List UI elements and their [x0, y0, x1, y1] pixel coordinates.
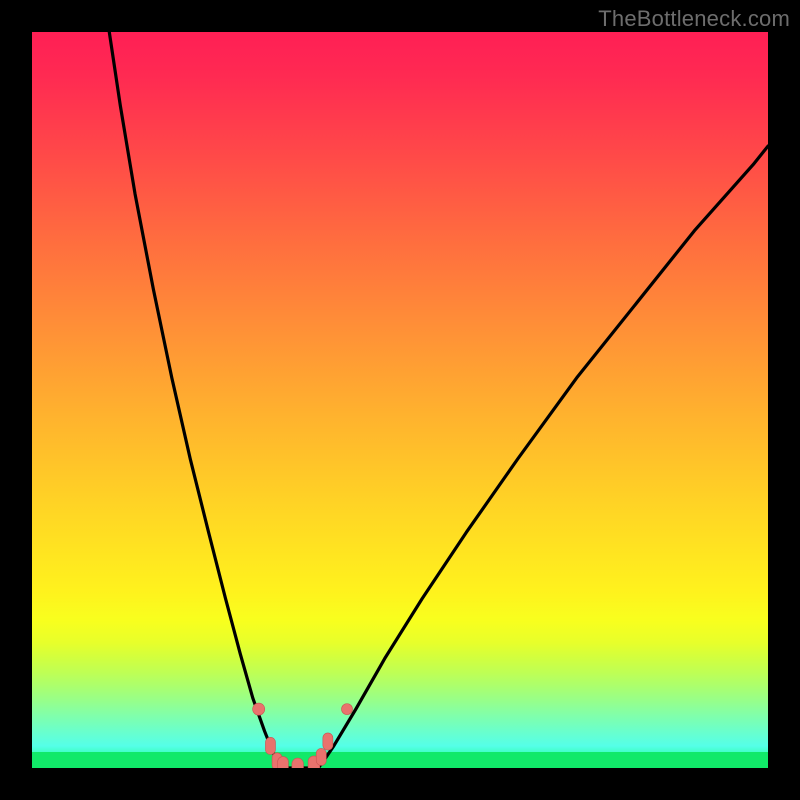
data-marker [342, 704, 353, 715]
data-marker [316, 748, 326, 765]
data-marker [292, 758, 304, 768]
data-marker [265, 737, 275, 754]
data-marker [323, 733, 333, 750]
watermark-text: TheBottleneck.com [598, 6, 790, 32]
data-marker [278, 757, 289, 768]
bottleneck-curve [109, 32, 768, 768]
curve-layer [32, 32, 768, 768]
chart-frame: TheBottleneck.com [0, 0, 800, 800]
plot-area [32, 32, 768, 768]
data-marker [253, 703, 265, 715]
